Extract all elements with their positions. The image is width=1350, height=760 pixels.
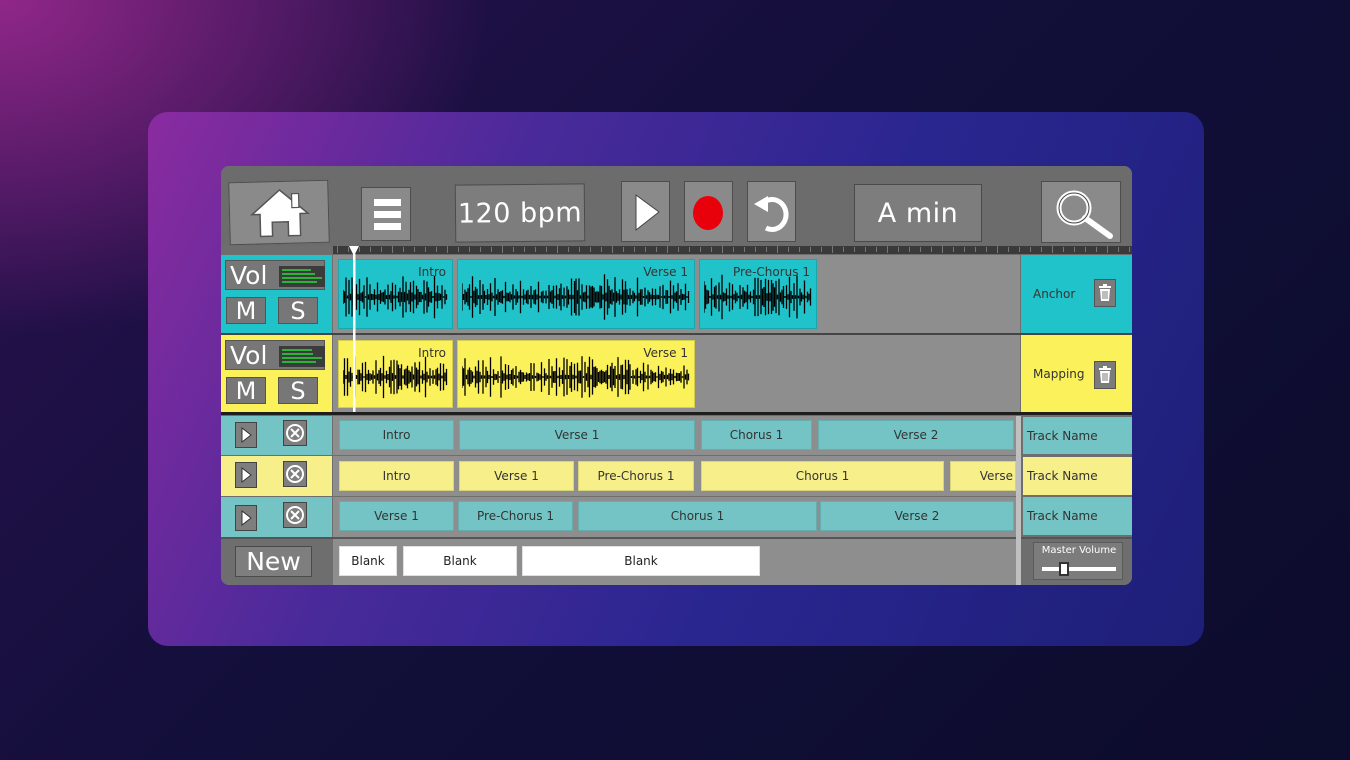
track-name-panel: Mapping	[1021, 335, 1132, 412]
play-icon	[241, 427, 252, 443]
arrangement-controls	[221, 416, 332, 455]
blank-section[interactable]: Blank	[403, 546, 517, 576]
search-button[interactable]	[1041, 181, 1121, 243]
mute-icon	[286, 465, 304, 483]
arrangement-mute-button[interactable]	[283, 461, 307, 487]
toolbar: 120 bpm A min	[221, 166, 1132, 246]
arrangement-play-button[interactable]	[235, 462, 257, 488]
arrangement-controls	[221, 497, 332, 537]
home-button[interactable]	[228, 179, 330, 246]
arrangement-play-button[interactable]	[235, 505, 257, 531]
track-lane[interactable]: Intro Verse 1	[333, 335, 1020, 412]
arrangement-section[interactable]: Chorus 1	[578, 501, 817, 531]
volume-label: Vol	[230, 261, 268, 290]
arrangement-section[interactable]: Verse 1	[339, 501, 454, 531]
delete-track-button[interactable]	[1094, 361, 1116, 389]
waveform	[462, 274, 690, 320]
mute-icon	[286, 424, 304, 442]
arrangement-lane[interactable]: Intro Verse 1 Pre-Chorus 1 Chorus 1 Vers…	[333, 456, 1016, 496]
volume-control[interactable]: Vol	[225, 260, 325, 290]
arrangement-mute-button[interactable]	[283, 502, 307, 528]
track-name-panel: Anchor	[1021, 255, 1132, 333]
record-icon	[693, 196, 723, 230]
trash-icon	[1099, 284, 1111, 301]
arrangement-section[interactable]: Verse	[950, 461, 1016, 491]
arrangement-section[interactable]: Verse 1	[459, 420, 695, 450]
track-name[interactable]: Mapping	[1033, 367, 1085, 381]
arrangement-section[interactable]: Pre-Chorus 1	[458, 501, 573, 531]
blank-section[interactable]: Blank	[522, 546, 760, 576]
arrangement-mute-button[interactable]	[283, 420, 307, 446]
menu-button[interactable]	[361, 187, 411, 241]
play-button[interactable]	[621, 181, 670, 242]
key-display[interactable]: A min	[854, 184, 982, 242]
search-icon	[1056, 190, 1113, 239]
mute-button[interactable]: M	[226, 377, 266, 405]
waveform	[462, 356, 690, 398]
arrangement-section[interactable]: Chorus 1	[701, 420, 812, 450]
trash-icon	[1099, 366, 1111, 383]
arrangement-section[interactable]: Chorus 1	[701, 461, 944, 491]
track-lane[interactable]: Intro Verse 1 Pre-Chorus 1	[333, 255, 1020, 333]
record-button[interactable]	[684, 181, 733, 242]
volume-label: Vol	[230, 341, 268, 370]
arrangement-section[interactable]: Verse 2	[818, 420, 1014, 450]
waveform	[704, 274, 812, 320]
arrangement-section[interactable]: Pre-Chorus 1	[578, 461, 694, 491]
delete-track-button[interactable]	[1094, 279, 1116, 307]
track-name[interactable]: Track Name	[1023, 417, 1132, 454]
solo-button[interactable]: S	[278, 297, 318, 325]
mute-icon	[286, 506, 304, 524]
blank-section[interactable]: Blank	[339, 546, 397, 576]
new-row-lane[interactable]: Blank Blank Blank	[333, 539, 1016, 585]
playhead[interactable]	[349, 246, 359, 414]
new-track-button[interactable]: New	[235, 546, 312, 577]
master-volume-slider[interactable]	[1042, 562, 1116, 576]
master-volume-label: Master Volume	[1041, 545, 1117, 556]
play-icon	[241, 510, 252, 526]
level-meter	[279, 266, 325, 287]
track-name[interactable]: Track Name	[1023, 457, 1132, 495]
timeline-ruler[interactable]	[333, 246, 1132, 254]
arrangement-play-button[interactable]	[235, 422, 257, 448]
arrangement-section[interactable]: Verse 2	[820, 501, 1014, 531]
play-icon	[635, 194, 660, 232]
audio-clip[interactable]: Pre-Chorus 1	[699, 259, 817, 329]
new-row-controls: New	[221, 539, 332, 585]
house-icon	[250, 188, 311, 238]
undo-button[interactable]	[747, 181, 796, 242]
play-icon	[241, 467, 252, 483]
level-meter	[279, 346, 325, 367]
track-controls: Vol M S	[221, 335, 332, 412]
arrangement-controls	[221, 456, 332, 496]
audio-clip[interactable]: Verse 1	[457, 259, 695, 329]
track-name[interactable]: Track Name	[1023, 497, 1132, 535]
vertical-scrollbar[interactable]	[1016, 416, 1021, 585]
mute-button[interactable]: M	[226, 297, 266, 325]
solo-button[interactable]: S	[278, 377, 318, 405]
hamburger-icon	[374, 199, 401, 230]
daw-app: 120 bpm A min Vol M S Intro Verse 1 Pre-…	[221, 166, 1132, 585]
arrangement-section[interactable]: Intro	[339, 420, 454, 450]
arrangement-section[interactable]: Intro	[339, 461, 454, 491]
undo-icon	[754, 196, 789, 232]
section-divider	[221, 412, 1132, 415]
slider-thumb[interactable]	[1059, 562, 1070, 576]
arrangement-section[interactable]: Verse 1	[459, 461, 574, 491]
arrangement-lane[interactable]: Verse 1 Pre-Chorus 1 Chorus 1 Verse 2	[333, 497, 1016, 537]
audio-clip[interactable]: Verse 1	[457, 340, 695, 408]
track-name[interactable]: Anchor	[1033, 287, 1075, 301]
track-controls: Vol M S	[221, 255, 332, 333]
volume-control[interactable]: Vol	[225, 340, 325, 370]
master-volume-panel: Master Volume	[1021, 539, 1132, 585]
tempo-display[interactable]: 120 bpm	[454, 183, 586, 243]
arrangement-lane[interactable]: Intro Verse 1 Chorus 1 Verse 2	[333, 416, 1016, 455]
